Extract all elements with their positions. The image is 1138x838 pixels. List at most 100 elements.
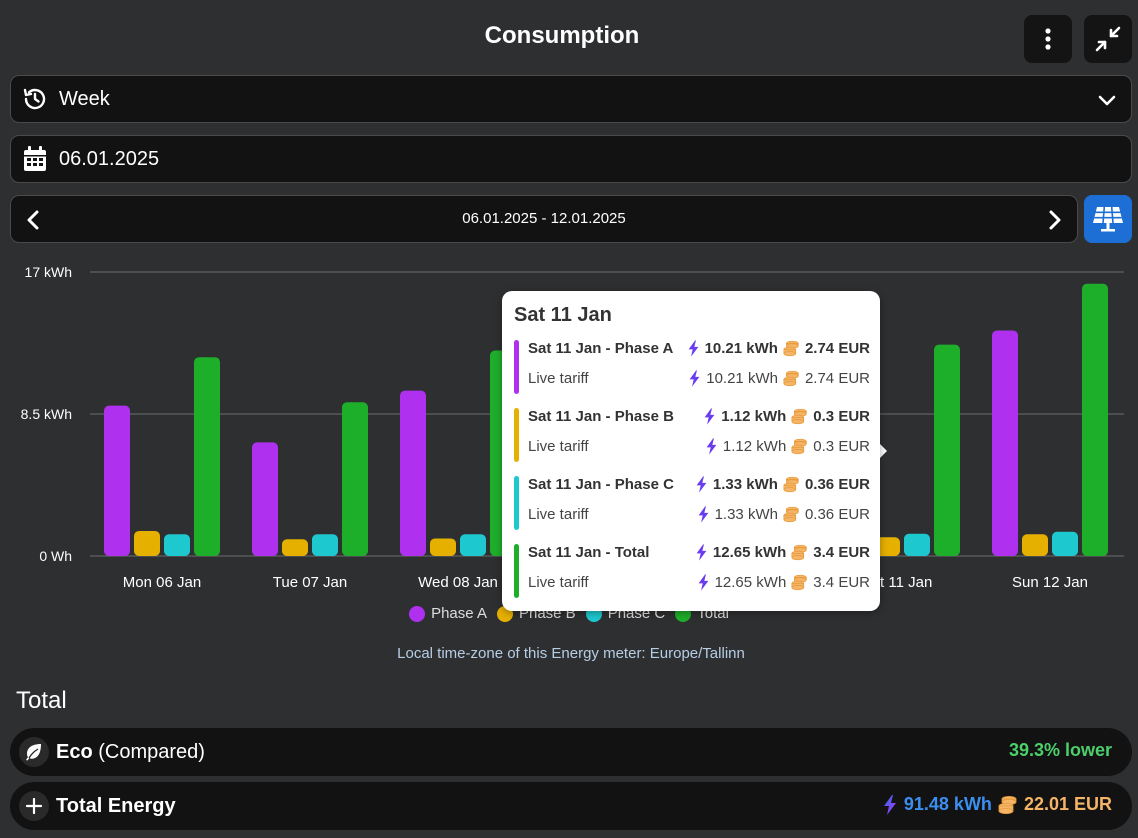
period-value: Week [59, 87, 110, 110]
y-tick-label: 8.5 kWh [21, 406, 72, 422]
bar-total[interactable] [934, 344, 960, 556]
tooltip-tariff-label: Live tariff [528, 438, 589, 455]
tooltip-tariff-cost: 2.74 EUR [804, 370, 870, 387]
series-color-bar [514, 408, 519, 462]
more-vertical-icon [1045, 28, 1051, 50]
plus-icon [19, 791, 49, 821]
x-tick-label: Mon 06 Jan [123, 574, 201, 591]
tooltip-group-total: Sat 11 Jan - Total 12.65 kWh 3.4 EUR Live t… [514, 544, 870, 600]
tooltip-cost: 0.3 EUR [813, 408, 870, 425]
calendar-icon [21, 145, 49, 173]
date-field[interactable]: 06.01.2025 [10, 135, 1132, 183]
more-options-button[interactable] [1024, 15, 1072, 63]
solar-panel-icon [1093, 206, 1123, 232]
collapse-button[interactable] [1084, 15, 1132, 63]
bar-phase-b[interactable] [1022, 534, 1048, 556]
tooltip-tariff-energy: 12.65 kWh [714, 574, 787, 591]
coins-icon [791, 544, 807, 561]
tooltip-tariff-cost: 0.36 EUR [804, 506, 870, 523]
lightning-icon [696, 476, 707, 493]
collapse-icon [1095, 26, 1121, 52]
chevron-down-icon [1097, 90, 1117, 115]
bar-total[interactable] [1082, 283, 1108, 556]
tooltip-group-phase-b: Sat 11 Jan - Phase B 1.12 kWh 0.3 EUR Live … [514, 408, 870, 464]
lightning-icon [704, 408, 715, 425]
x-tick-label: Sun 12 Jan [1012, 574, 1088, 591]
bar-phase-c[interactable] [1052, 531, 1078, 556]
leaf-icon [19, 737, 49, 767]
tooltip-series-label: Sat 11 Jan - Phase A [528, 340, 674, 357]
coins-icon [783, 506, 799, 523]
series-color-bar [514, 340, 519, 394]
tooltip-tariff-cost: 0.3 EUR [813, 438, 870, 455]
coins-icon [783, 370, 799, 387]
coins-icon [783, 340, 799, 357]
tooltip-tariff-label: Live tariff [528, 506, 589, 523]
date-value: 06.01.2025 [59, 147, 160, 170]
bar-phase-a[interactable] [104, 405, 130, 556]
eco-value: 39.3% lower [1008, 740, 1112, 760]
lightning-icon [706, 438, 717, 455]
tooltip-series-label: Sat 11 Jan - Phase C [528, 476, 674, 493]
coins-icon [783, 476, 799, 493]
lightning-icon [689, 370, 700, 387]
tooltip-cost: 2.74 EUR [804, 340, 870, 357]
total-cost-value: 22.01 EUR [1023, 794, 1112, 814]
x-tick-label: Wed 08 Jan [418, 574, 498, 591]
legend-item-phase-a[interactable]: Phase A [409, 605, 487, 622]
tooltip-title: Sat 11 Jan [514, 304, 612, 326]
x-tick-label: Tue 07 Jan [273, 574, 348, 591]
tooltip-cost: 3.4 EUR [813, 544, 870, 561]
eco-sublabel: (Compared) [92, 740, 205, 763]
bar-total[interactable] [342, 402, 368, 556]
total-energy-value: 91.48 kWh [903, 794, 992, 814]
eco-row[interactable]: Eco (Compared) 39.3% lower [10, 728, 1132, 776]
chevron-right-icon [1049, 210, 1061, 230]
series-color-bar [514, 476, 519, 530]
bar-phase-c[interactable] [904, 533, 930, 556]
bar-phase-b[interactable] [282, 539, 308, 556]
tooltip-group-phase-c: Sat 11 Jan - Phase C 1.33 kWh 0.36 EUR Live… [514, 476, 870, 532]
lightning-icon [696, 544, 707, 561]
bar-phase-a[interactable] [992, 330, 1018, 556]
lightning-icon [698, 506, 708, 523]
solar-panel-button[interactable] [1084, 195, 1132, 243]
bar-phase-a[interactable] [252, 442, 278, 556]
tooltip-energy: 10.21 kWh [704, 340, 778, 357]
tooltip-tariff-label: Live tariff [528, 370, 589, 387]
tooltip-tariff-energy: 1.12 kWh [722, 438, 787, 455]
y-tick-label: 0 Wh [39, 548, 72, 564]
bar-phase-b[interactable] [134, 530, 160, 556]
lightning-icon [698, 574, 708, 591]
bar-phase-c[interactable] [164, 534, 190, 556]
bar-phase-a[interactable] [400, 390, 426, 556]
bar-phase-c[interactable] [312, 534, 338, 556]
lightning-icon [688, 340, 698, 357]
bar-phase-b[interactable] [430, 538, 456, 556]
bar-phase-c[interactable] [460, 534, 486, 556]
tooltip-arrow [880, 444, 887, 458]
tooltip-tariff-label: Live tariff [528, 574, 589, 591]
series-color-bar [514, 544, 519, 598]
y-tick-label: 17 kWh [25, 264, 72, 280]
totals-heading: Total [16, 687, 67, 714]
period-select[interactable]: Week [10, 75, 1132, 123]
lightning-icon [883, 794, 896, 815]
tooltip-energy: 1.12 kWh [721, 408, 787, 425]
tooltip-series-label: Sat 11 Jan - Total [528, 544, 650, 561]
coins-icon [791, 438, 807, 455]
total-energy-row[interactable]: Total Energy 91.48 kWh 22.01 EUR [10, 782, 1132, 830]
tooltip-energy: 12.65 kWh [712, 544, 787, 561]
bar-total[interactable] [194, 357, 220, 556]
page-title: Consumption [484, 22, 640, 49]
tooltip-series-label: Sat 11 Jan - Phase B [528, 408, 674, 425]
timezone-note: Local time-zone of this Energy meter: Eu… [397, 645, 745, 662]
chart-tooltip: Sat 11 Jan Sat 11 Jan - Phase A 10.21 kWh… [502, 291, 880, 611]
tooltip-tariff-energy: 1.33 kWh [714, 506, 778, 523]
total-energy-label: Total Energy [56, 794, 176, 817]
next-period-button[interactable] [1047, 209, 1063, 236]
tooltip-energy: 1.33 kWh [712, 476, 778, 493]
tooltip-cost: 0.36 EUR [804, 476, 870, 493]
x-tick-label: at 11 Jan [872, 574, 933, 591]
tooltip-tariff-energy: 10.21 kWh [706, 370, 778, 387]
